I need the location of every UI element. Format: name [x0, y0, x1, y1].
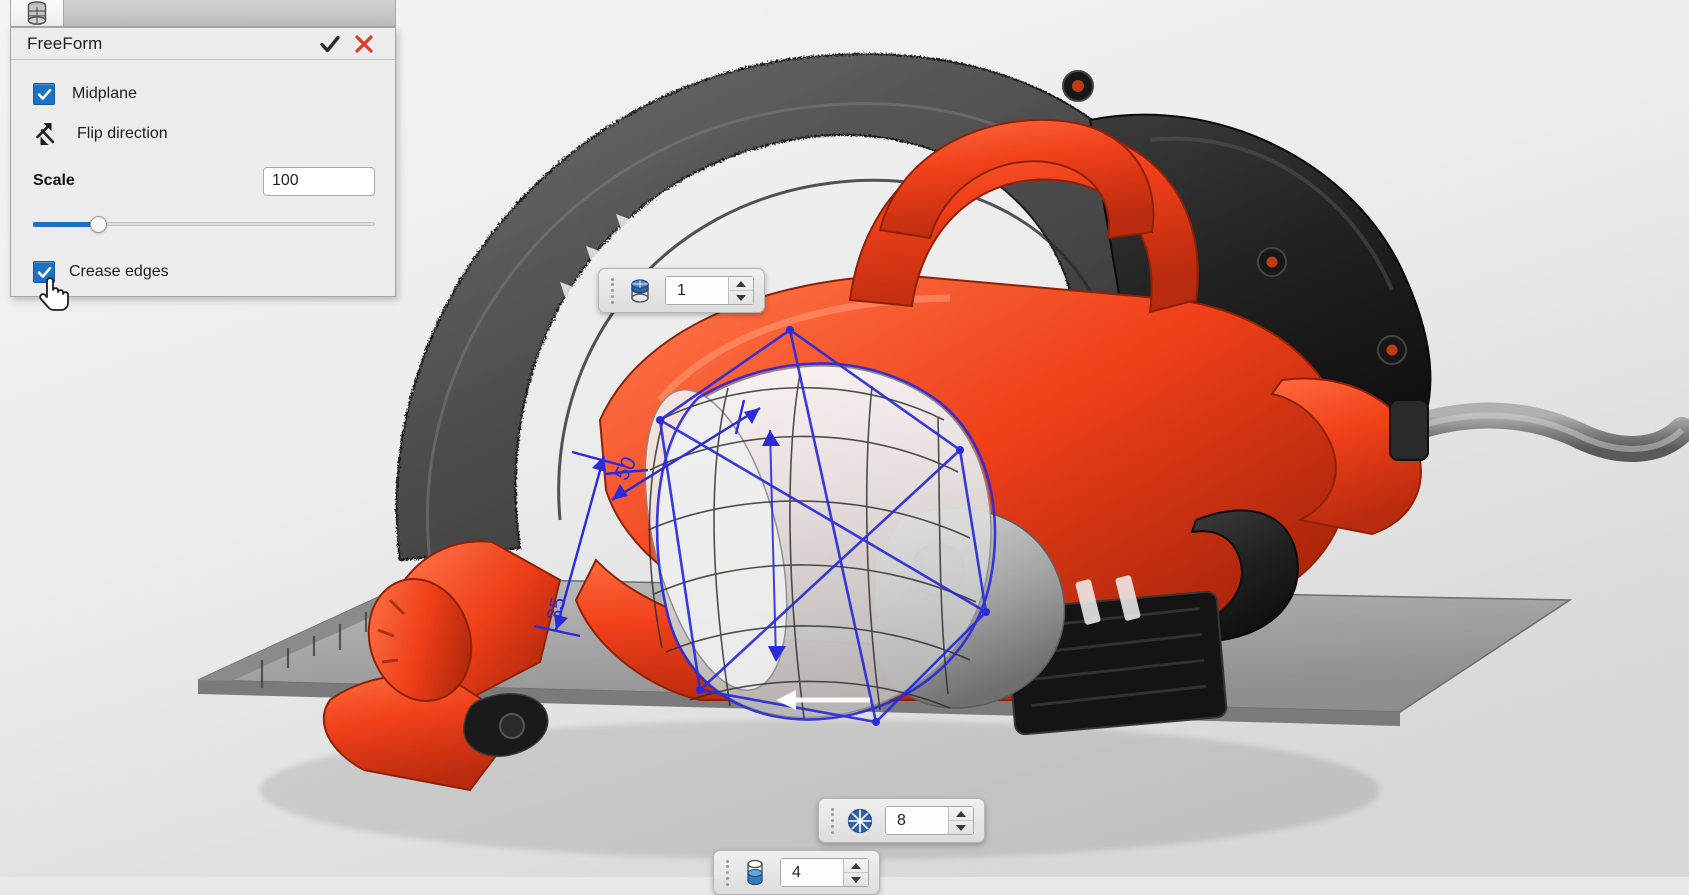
flip-direction-label: Flip direction	[77, 125, 168, 143]
blue-radial-segments-icon[interactable]	[845, 806, 875, 836]
cancel-button[interactable]	[347, 29, 381, 59]
tab-strip-empty-area	[64, 0, 395, 26]
blue-filled-beaker-icon[interactable]	[740, 858, 770, 888]
scale-label: Scale	[33, 172, 75, 190]
checkmark-icon	[319, 33, 341, 55]
confirm-button[interactable]	[313, 29, 347, 59]
freeform-dialog: FreeForm Midplane	[10, 27, 396, 297]
floating-toolbar-radial[interactable]: 8	[818, 798, 985, 843]
radial-value[interactable]: 8	[886, 807, 948, 834]
drag-grip-dots-icon[interactable]	[722, 860, 732, 886]
freeform-dialog-body: Midplane Flip direction Scale	[11, 60, 395, 289]
sections-stepper[interactable]	[728, 277, 753, 304]
arrow-up-icon	[956, 811, 966, 817]
stepper-decrement-button[interactable]	[729, 291, 753, 304]
page-title: FreeForm	[27, 34, 313, 54]
slider-fill	[33, 222, 98, 227]
midplane-checkbox[interactable]	[33, 83, 55, 105]
crease-edges-row[interactable]: Crease edges	[33, 255, 375, 289]
blue-capped-cylinder-icon[interactable]	[625, 276, 655, 306]
flip-direction-arrows-icon	[33, 121, 59, 147]
midplane-label: Midplane	[72, 85, 137, 103]
drag-grip-dots-icon[interactable]	[607, 278, 617, 304]
scale-row: Scale	[33, 165, 375, 197]
freeform-dialog-header: FreeForm	[11, 28, 395, 60]
sections-value[interactable]: 1	[666, 277, 728, 304]
close-x-icon	[354, 34, 374, 54]
floating-toolbar-sections[interactable]: 1	[598, 268, 765, 313]
stepper-increment-button[interactable]	[949, 807, 973, 821]
arrow-down-icon	[851, 877, 861, 883]
scale-slider[interactable]	[33, 214, 375, 234]
slider-thumb[interactable]	[90, 216, 107, 233]
height-stepper[interactable]	[843, 859, 868, 886]
sections-field[interactable]: 1	[665, 276, 754, 305]
height-value[interactable]: 4	[781, 859, 843, 886]
arrow-up-icon	[736, 281, 746, 287]
crease-edges-label: Crease edges	[69, 263, 169, 281]
scale-slider-row[interactable]	[33, 213, 375, 235]
midplane-row[interactable]: Midplane	[33, 77, 375, 111]
checkmark-icon	[37, 87, 52, 102]
flip-direction-row[interactable]: Flip direction	[33, 117, 375, 151]
stepper-decrement-button[interactable]	[949, 821, 973, 834]
height-field[interactable]: 4	[780, 858, 869, 887]
checkmark-icon	[37, 265, 52, 280]
drag-grip-dots-icon[interactable]	[827, 808, 837, 834]
stepper-increment-button[interactable]	[844, 859, 868, 873]
radial-field[interactable]: 8	[885, 806, 974, 835]
stepper-increment-button[interactable]	[729, 277, 753, 291]
cylinder-database-icon	[26, 1, 48, 25]
tab-freeform-feature[interactable]	[11, 0, 64, 26]
panel-tab-strip[interactable]	[10, 0, 396, 27]
crease-edges-checkbox[interactable]	[33, 261, 55, 283]
stepper-decrement-button[interactable]	[844, 873, 868, 886]
floating-toolbar-height[interactable]: 4	[713, 850, 880, 895]
radial-stepper[interactable]	[948, 807, 973, 834]
scale-input[interactable]	[263, 167, 375, 196]
arrow-up-icon	[851, 863, 861, 869]
arrow-down-icon	[736, 295, 746, 301]
arrow-down-icon	[956, 825, 966, 831]
